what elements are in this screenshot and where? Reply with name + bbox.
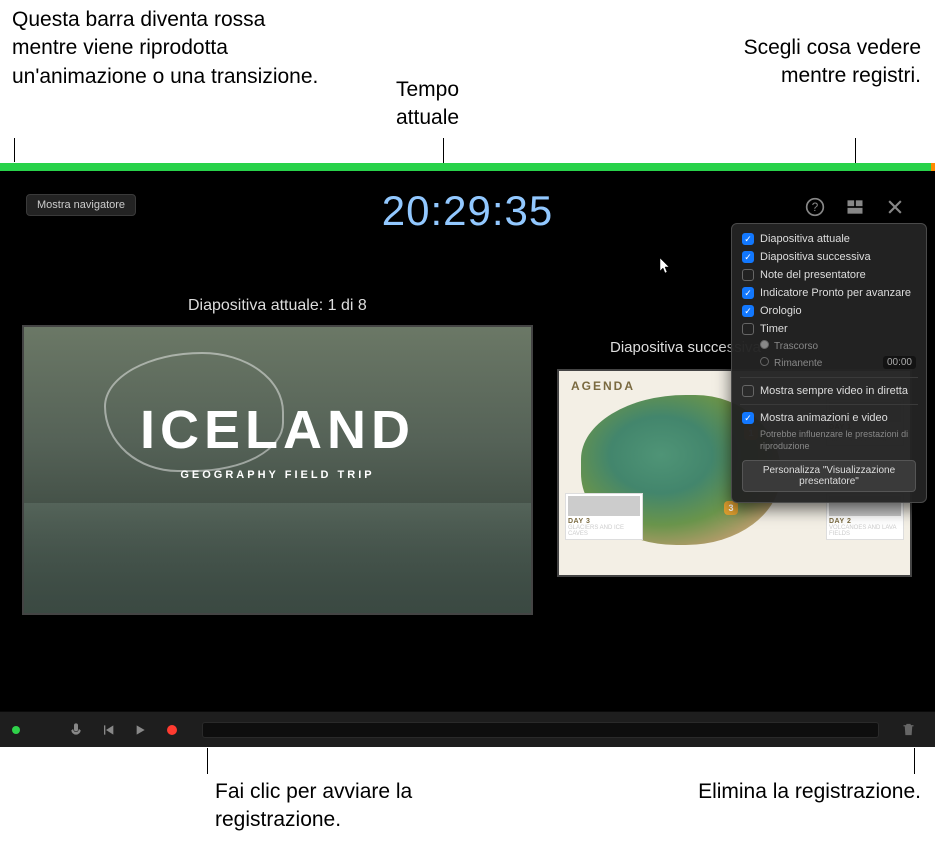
presenter-display: Mostra navigatore 20:29:35 ? Diapositiva… (0, 171, 935, 747)
separator (740, 404, 918, 405)
bar-end-marker (931, 163, 935, 171)
day-card: DAY 3 GLACIERS AND ICE CAVES (565, 493, 643, 540)
top-icons: ? (805, 197, 905, 217)
radio-icon[interactable] (760, 340, 769, 349)
delete-recording-button[interactable] (893, 722, 923, 737)
option-live-video[interactable]: Mostra sempre video in diretta (732, 382, 926, 400)
checkbox-icon (742, 323, 754, 335)
option-label: Timer (760, 323, 788, 335)
clock-time: 20:29:35 (382, 187, 554, 235)
view-options-dropdown: Diapositiva attuale Diapositiva successi… (731, 223, 927, 503)
customize-presenter-button[interactable]: Personalizza "Visualizzazione presentato… (742, 460, 916, 492)
radio-icon[interactable] (760, 357, 769, 366)
option-clock[interactable]: Orologio (732, 302, 926, 320)
recording-timeline[interactable] (202, 722, 879, 738)
option-timer[interactable]: Timer (732, 320, 926, 338)
callout-line (207, 748, 208, 774)
option-label: Indicatore Pronto per avanzare (760, 287, 911, 299)
option-animations[interactable]: Mostra animazioni e video (732, 409, 926, 427)
callout-line (14, 138, 15, 162)
recording-indicator-bar (0, 163, 935, 171)
callout-time: Tempo attuale (396, 76, 476, 133)
prev-icon[interactable] (92, 722, 124, 738)
option-current-slide[interactable]: Diapositiva attuale (732, 230, 926, 248)
slide-decor (24, 503, 531, 613)
option-presenter-notes[interactable]: Note del presentatore (732, 266, 926, 284)
checkbox-icon (742, 233, 754, 245)
play-icon[interactable] (124, 722, 156, 738)
option-next-slide[interactable]: Diapositiva successiva (732, 248, 926, 266)
current-slide-preview[interactable]: ICELAND GEOGRAPHY FIELD TRIP (22, 325, 533, 615)
cursor-icon (660, 258, 672, 274)
record-button[interactable] (156, 725, 188, 735)
timer-value-field[interactable]: 00:00 (883, 356, 916, 369)
callout-bar: Questa barra diventa rossa mentre viene … (12, 6, 322, 91)
checkbox-icon (742, 412, 754, 424)
radio-label: Rimanente (774, 358, 822, 369)
option-label: Diapositiva successiva (760, 251, 871, 263)
option-label: Orologio (760, 305, 802, 317)
show-navigator-button[interactable]: Mostra navigatore (26, 194, 136, 216)
audio-level-led (12, 726, 20, 734)
svg-text:?: ? (812, 201, 819, 214)
separator (740, 377, 918, 378)
checkbox-icon (742, 287, 754, 299)
callout-delete: Elimina la registrazione. (601, 778, 921, 806)
callout-record: Fai clic per avviare la registrazione. (215, 778, 435, 835)
map-pin: 3 (724, 501, 738, 515)
callout-options: Scegli cosa vedere mentre registri. (691, 34, 921, 91)
option-label: Mostra sempre video in diretta (760, 385, 908, 397)
record-dot-icon (167, 725, 177, 735)
checkbox-icon (742, 305, 754, 317)
option-label: Mostra animazioni e video (760, 412, 888, 424)
slide-subtitle-text: GEOGRAPHY FIELD TRIP (24, 469, 531, 481)
layout-options-icon[interactable] (845, 197, 865, 217)
perf-note: Potrebbe influenzare le prestazioni di r… (732, 427, 926, 454)
checkbox-icon (742, 269, 754, 281)
recording-toolbar (0, 711, 935, 747)
current-slide-label: Diapositiva attuale: 1 di 8 (188, 297, 367, 315)
checkbox-icon (742, 385, 754, 397)
timer-sub-options: Trascorso Rimanente 00:00 (732, 338, 926, 373)
option-ready-indicator[interactable]: Indicatore Pronto per avanzare (732, 284, 926, 302)
help-icon[interactable]: ? (805, 197, 825, 217)
radio-label: Trascorso (774, 341, 818, 352)
option-label: Diapositiva attuale (760, 233, 850, 245)
checkbox-icon (742, 251, 754, 263)
agenda-title: AGENDA (571, 379, 635, 393)
slide-title-text: ICELAND (24, 399, 531, 461)
callout-line (914, 748, 915, 774)
option-label: Note del presentatore (760, 269, 866, 281)
close-icon[interactable] (885, 197, 905, 217)
mic-icon[interactable] (60, 722, 92, 738)
